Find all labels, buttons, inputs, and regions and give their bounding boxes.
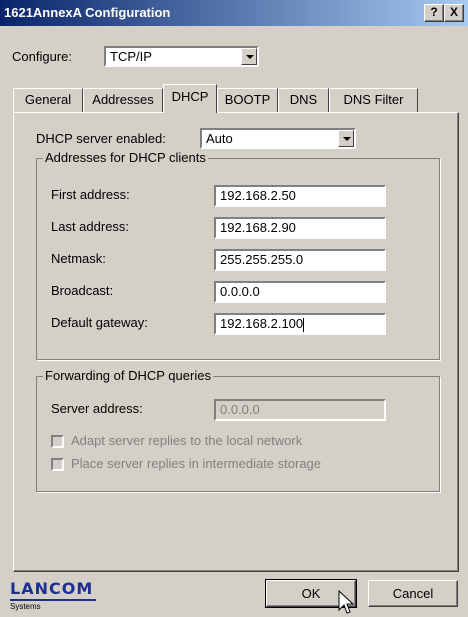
default-gateway-label: Default gateway: — [51, 315, 148, 330]
cancel-button[interactable]: Cancel — [368, 580, 458, 607]
tab-dns-filter[interactable]: DNS Filter — [329, 88, 418, 112]
configure-label: Configure: — [12, 49, 72, 64]
server-address-label: Server address: — [51, 401, 143, 416]
window-title: 1621AnnexA Configuration — [4, 5, 171, 20]
first-address-field[interactable]: 192.168.2.50 — [214, 185, 386, 207]
addresses-group-title: Addresses for DHCP clients — [43, 150, 208, 165]
netmask-label: Netmask: — [51, 251, 106, 266]
mouse-cursor-icon — [338, 590, 355, 614]
last-address-field[interactable]: 192.168.2.90 — [214, 217, 386, 239]
configure-value: TCP/IP — [110, 49, 152, 64]
dhcp-server-enabled-select[interactable]: Auto — [200, 128, 356, 149]
tab-addresses[interactable]: Addresses — [83, 88, 163, 112]
close-button[interactable]: X — [444, 4, 464, 22]
place-replies-checkbox[interactable] — [51, 458, 64, 471]
tab-general[interactable]: General — [13, 88, 83, 112]
broadcast-field[interactable]: 0.0.0.0 — [214, 281, 386, 303]
dhcp-server-enabled-value: Auto — [206, 131, 233, 146]
netmask-field[interactable]: 255.255.255.0 — [214, 249, 386, 271]
default-gateway-value: 192.168.2.100 — [220, 316, 304, 331]
help-button[interactable]: ? — [424, 4, 444, 22]
tab-dns[interactable]: DNS — [278, 88, 329, 112]
addresses-group: Addresses for DHCP clients First address… — [36, 150, 440, 360]
adapt-replies-label: Adapt server replies to the local networ… — [71, 433, 303, 448]
lancom-logo: LANCOM Systems — [10, 579, 100, 613]
chevron-down-icon[interactable] — [241, 48, 257, 65]
chevron-down-icon[interactable] — [338, 130, 354, 147]
server-address-field[interactable]: 0.0.0.0 — [214, 399, 386, 421]
tab-panel: DHCP server enabled: Auto Addresses for … — [13, 112, 459, 572]
default-gateway-field[interactable]: 192.168.2.100 — [214, 313, 386, 335]
tab-bootp[interactable]: BOOTP — [217, 88, 278, 112]
configure-select[interactable]: TCP/IP — [104, 46, 259, 67]
dhcp-server-enabled-label: DHCP server enabled: — [36, 131, 166, 146]
place-replies-label: Place server replies in intermediate sto… — [71, 456, 322, 471]
first-address-label: First address: — [51, 187, 130, 202]
last-address-label: Last address: — [51, 219, 130, 234]
broadcast-label: Broadcast: — [51, 283, 114, 298]
adapt-replies-checkbox[interactable] — [51, 435, 64, 448]
forwarding-group: Forwarding of DHCP queries Server addres… — [36, 368, 440, 492]
title-bar[interactable]: 1621AnnexA Configuration ? X — [0, 0, 468, 26]
forwarding-group-title: Forwarding of DHCP queries — [43, 368, 213, 383]
text-caret — [303, 317, 305, 332]
tab-dhcp[interactable]: DHCP — [163, 84, 217, 113]
logo-text: LANCOM — [10, 579, 94, 598]
logo-underline — [10, 599, 96, 601]
logo-subtext: Systems — [10, 602, 41, 611]
